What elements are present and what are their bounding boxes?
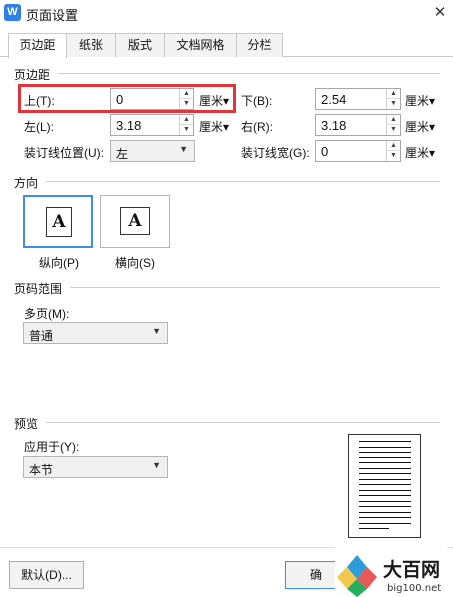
- wps-writer-icon: W: [4, 4, 21, 21]
- apply-to-value[interactable]: 本节: [29, 461, 53, 478]
- portrait-button[interactable]: A: [23, 195, 93, 248]
- bottom-margin-unit[interactable]: 厘米▾: [405, 92, 435, 109]
- dropdown-arrow-icon[interactable]: ▼: [152, 460, 161, 470]
- watermark-logo-icon: 大百网 big100.net: [335, 547, 447, 597]
- tab-layout[interactable]: 版式: [115, 33, 165, 57]
- top-margin-value[interactable]: 0: [116, 92, 123, 107]
- top-margin-unit[interactable]: 厘米▾: [199, 92, 229, 109]
- bottom-margin-label: 下(B):: [241, 94, 273, 108]
- apply-to-label: 应用于(Y):: [24, 440, 80, 454]
- default-button[interactable]: 默认(D)...: [9, 561, 84, 589]
- dropdown-arrow-icon[interactable]: ▼: [152, 326, 161, 336]
- top-margin-label: 上(T):: [24, 94, 55, 108]
- chevron-up-icon[interactable]: ▲: [387, 89, 400, 99]
- spinner-arrows[interactable]: ▲ ▼: [386, 89, 400, 109]
- gutter-width-unit[interactable]: 厘米▾: [405, 144, 435, 161]
- tab-paper[interactable]: 纸张: [66, 33, 116, 57]
- gutter-width-spinner[interactable]: 0 ▲ ▼: [315, 140, 401, 162]
- site-watermark: 大百网 big100.net: [335, 547, 447, 597]
- spinner-arrows[interactable]: ▲ ▼: [386, 141, 400, 161]
- title-bar: W 页面设置 ✕: [0, 0, 453, 28]
- spinner-arrows[interactable]: ▲ ▼: [179, 89, 193, 109]
- orientation-section-title: 方向: [14, 176, 39, 190]
- right-margin-spinner[interactable]: 3.18 ▲ ▼: [315, 114, 401, 136]
- tab-margins[interactable]: 页边距: [8, 33, 67, 58]
- chevron-up-icon[interactable]: ▲: [387, 115, 400, 125]
- pages-section-title: 页码范围: [14, 282, 63, 296]
- left-margin-value[interactable]: 3.18: [116, 118, 141, 133]
- watermark-site-name: 大百网: [383, 558, 440, 581]
- chevron-down-icon[interactable]: ▼: [387, 151, 400, 161]
- landscape-button[interactable]: A: [100, 195, 170, 248]
- right-margin-label: 右(R):: [241, 120, 273, 134]
- divider: [70, 287, 440, 288]
- top-margin-spinner[interactable]: 0 ▲ ▼: [110, 88, 194, 110]
- portrait-page-icon: A: [46, 207, 72, 237]
- gutter-width-value[interactable]: 0: [321, 144, 328, 159]
- chevron-down-icon[interactable]: ▼: [387, 99, 400, 109]
- multiple-pages-label: 多页(M):: [24, 307, 70, 321]
- right-margin-value[interactable]: 3.18: [321, 118, 346, 133]
- landscape-label: 横向(S): [115, 256, 155, 270]
- margins-section-title: 页边距: [14, 68, 51, 82]
- preview-section-title: 预览: [14, 417, 39, 431]
- left-margin-unit[interactable]: 厘米▾: [199, 118, 229, 135]
- portrait-label: 纵向(P): [39, 256, 79, 270]
- divider: [46, 181, 440, 182]
- divider: [46, 422, 440, 423]
- bottom-margin-spinner[interactable]: 2.54 ▲ ▼: [315, 88, 401, 110]
- multiple-pages-value[interactable]: 普通: [29, 327, 53, 344]
- landscape-page-icon: A: [120, 207, 150, 235]
- close-icon[interactable]: ✕: [430, 2, 450, 24]
- dialog-title: 页面设置: [26, 8, 79, 23]
- gutter-position-label: 装订线位置(U):: [24, 146, 104, 160]
- chevron-up-icon[interactable]: ▲: [180, 89, 193, 99]
- gutter-width-label: 装订线宽(G):: [241, 146, 310, 160]
- multiple-pages-select[interactable]: 普通 ▼: [23, 322, 168, 344]
- spinner-arrows[interactable]: ▲ ▼: [386, 115, 400, 135]
- bottom-margin-value[interactable]: 2.54: [321, 92, 346, 107]
- gutter-position-select[interactable]: 左 ▼: [110, 140, 195, 162]
- tab-strip: 页边距 纸张 版式 文档网格 分栏: [0, 33, 453, 58]
- chevron-up-icon[interactable]: ▲: [387, 141, 400, 151]
- left-margin-spinner[interactable]: 3.18 ▲ ▼: [110, 114, 194, 136]
- chevron-down-icon[interactable]: ▼: [180, 99, 193, 109]
- divider: [58, 73, 440, 74]
- page-preview: [348, 434, 421, 538]
- dropdown-arrow-icon[interactable]: ▼: [179, 144, 188, 154]
- apply-to-select[interactable]: 本节 ▼: [23, 456, 168, 478]
- spinner-arrows[interactable]: ▲ ▼: [179, 115, 193, 135]
- chevron-down-icon[interactable]: ▼: [180, 125, 193, 135]
- right-margin-unit[interactable]: 厘米▾: [405, 118, 435, 135]
- chevron-down-icon[interactable]: ▼: [387, 125, 400, 135]
- left-margin-label: 左(L):: [24, 120, 55, 134]
- tab-columns[interactable]: 分栏: [236, 33, 283, 57]
- watermark-site-url: big100.net: [387, 583, 441, 594]
- gutter-position-value[interactable]: 左: [116, 145, 128, 162]
- tab-doc-grid[interactable]: 文档网格: [164, 33, 237, 57]
- chevron-up-icon[interactable]: ▲: [180, 115, 193, 125]
